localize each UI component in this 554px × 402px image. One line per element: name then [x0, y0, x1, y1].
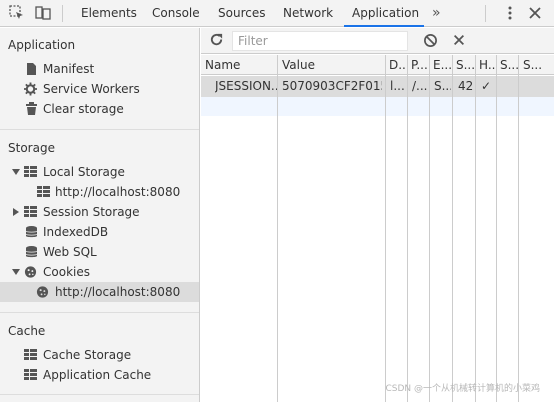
sidebar-item-session-storage[interactable]: Session Storage	[0, 202, 199, 222]
column-divider[interactable]	[385, 55, 386, 402]
sidebar-item-indexeddb[interactable]: IndexedDB	[0, 222, 199, 242]
column-header-value[interactable]: Value	[282, 55, 382, 75]
cell-name: JSESSION...	[215, 79, 277, 93]
sidebar-item-label: Clear storage	[43, 102, 124, 116]
table-header: Name Value D... P... E... S... H... S...…	[201, 55, 554, 75]
sidebar-item-label: Session Storage	[43, 205, 140, 219]
sidebar-item-label: Web SQL	[43, 245, 97, 259]
cookies-toolbar	[201, 28, 554, 54]
column-divider[interactable]	[277, 55, 278, 402]
refresh-icon[interactable]	[209, 32, 224, 47]
sidebar-item-manifest[interactable]: Manifest	[0, 59, 199, 79]
sidebar-item-service-workers[interactable]: Service Workers	[0, 79, 199, 99]
clear-all-icon[interactable]	[423, 33, 438, 48]
more-tabs-button[interactable]: »	[432, 0, 441, 27]
sidebar-item-cache-storage[interactable]: Cache Storage	[0, 345, 199, 365]
cell-size: 42	[458, 79, 474, 93]
section-title-application: Application	[8, 38, 76, 52]
section-title-storage: Storage	[8, 141, 55, 155]
sidebar-item-label: Service Workers	[43, 82, 140, 96]
cell-httponly: ✓	[481, 79, 492, 93]
expand-arrow-icon[interactable]	[12, 269, 20, 275]
tab-application[interactable]: Application	[344, 0, 424, 27]
column-divider[interactable]	[407, 55, 408, 402]
tab-elements[interactable]: Elements	[81, 0, 137, 27]
sidebar-item-label: Manifest	[43, 62, 95, 76]
sidebar-item-local-storage-origin[interactable]: http://localhost:8080	[0, 182, 199, 202]
sidebar-item-application-cache[interactable]: Application Cache	[0, 365, 199, 385]
cell-expires: S...	[434, 79, 451, 93]
column-divider[interactable]	[518, 55, 519, 402]
column-divider[interactable]	[496, 55, 497, 402]
column-header-samesite[interactable]: S...	[523, 55, 551, 75]
sidebar-item-local-storage[interactable]: Local Storage	[0, 162, 199, 182]
toolbar-divider	[485, 5, 486, 22]
gear-icon	[24, 82, 37, 96]
cell-value: 5070903CF2F015...	[282, 79, 382, 93]
column-divider[interactable]	[475, 55, 476, 402]
column-divider[interactable]	[452, 55, 453, 402]
column-header-secure[interactable]: S...	[500, 55, 518, 75]
cell-domain: l...	[390, 79, 405, 93]
grid-icon	[24, 166, 37, 177]
sidebar-item-label: IndexedDB	[43, 225, 109, 239]
sidebar-item-label: http://localhost:8080	[55, 185, 181, 199]
cell-path: /...	[412, 79, 428, 93]
section-divider	[0, 312, 199, 313]
expand-arrow-icon[interactable]	[13, 208, 19, 216]
delete-selected-icon[interactable]	[452, 33, 466, 47]
cell-secure	[501, 76, 517, 97]
cookie-icon	[24, 266, 37, 278]
sidebar-item-web-sql[interactable]: Web SQL	[0, 242, 199, 262]
toolbar-divider	[62, 5, 63, 22]
sidebar-item-label: http://localhost:8080	[55, 285, 181, 299]
sidebar-item-label: Local Storage	[43, 165, 125, 179]
trash-icon	[26, 102, 37, 115]
grid-icon	[24, 206, 37, 217]
section-divider	[0, 394, 199, 395]
devtools-tabbar: Elements Console Sources Network Applica…	[0, 0, 554, 27]
column-header-path[interactable]: P...	[411, 55, 429, 75]
sidebar-item-label: Cache Storage	[43, 348, 132, 362]
document-icon	[27, 63, 36, 75]
tab-network[interactable]: Network	[283, 0, 333, 27]
filter-input[interactable]	[232, 31, 408, 51]
cell-samesite	[523, 76, 551, 97]
grid-icon	[24, 369, 37, 380]
inspect-element-icon[interactable]	[9, 5, 25, 21]
table-row[interactable]: JSESSION... 5070903CF2F015... l... /... …	[201, 76, 554, 97]
table-row-empty	[201, 97, 554, 116]
tab-sources[interactable]: Sources	[218, 0, 265, 27]
watermark: CSDN @一个从机械转计算机的小菜鸡	[385, 384, 540, 394]
section-title-cache: Cache	[8, 324, 46, 338]
cookies-table: Name Value D... P... E... S... H... S...…	[201, 55, 554, 402]
sidebar-item-cookies[interactable]: Cookies	[0, 262, 199, 282]
grid-icon	[24, 349, 37, 360]
kebab-menu-icon[interactable]	[502, 5, 518, 21]
section-divider	[0, 129, 199, 130]
grid-icon	[37, 186, 50, 197]
sidebar-item-clear-storage[interactable]: Clear storage	[0, 99, 199, 119]
column-header-size[interactable]: S...	[456, 55, 474, 75]
database-icon	[25, 246, 38, 258]
column-header-expires[interactable]: E...	[433, 55, 451, 75]
sidebar-item-label: Application Cache	[43, 368, 152, 382]
sidebar-item-cookies-origin[interactable]: http://localhost:8080	[0, 282, 199, 302]
close-devtools-icon[interactable]	[527, 5, 543, 21]
column-divider[interactable]	[429, 55, 430, 402]
tab-console[interactable]: Console	[152, 0, 200, 27]
device-toolbar-icon[interactable]	[35, 5, 51, 21]
column-header-httponly[interactable]: H...	[479, 55, 497, 75]
database-icon	[25, 226, 38, 238]
application-sidebar: Application Manifest Service Workers Cle…	[0, 28, 200, 402]
sidebar-item-label: Cookies	[43, 265, 90, 279]
column-header-name[interactable]: Name	[205, 55, 275, 75]
cookie-icon	[36, 286, 49, 298]
expand-arrow-icon[interactable]	[12, 169, 20, 175]
column-header-domain[interactable]: D...	[389, 55, 407, 75]
